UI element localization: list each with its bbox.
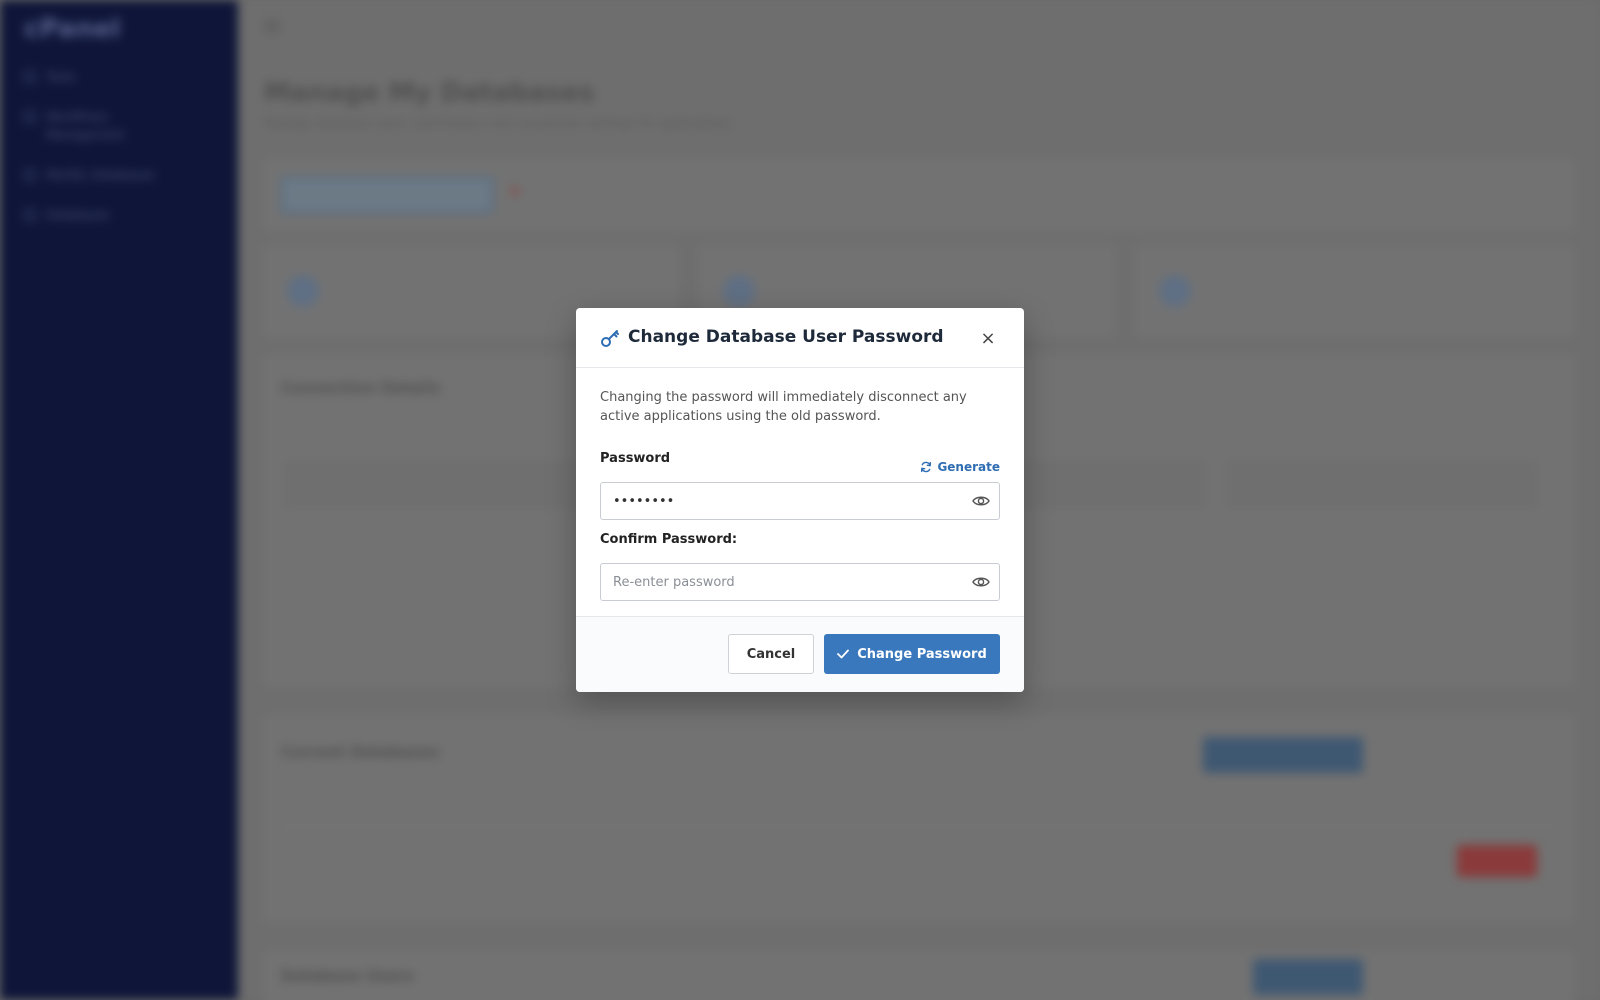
- key-icon: [601, 330, 619, 347]
- sidebar-item-mysql: MySQL Databases: [24, 166, 156, 184]
- sidebar-item-databases: Databases: [24, 206, 156, 224]
- sidebar-item-wordpress: WordPress Management: [24, 108, 156, 144]
- connection-field: [1223, 457, 1541, 513]
- stat-card: [1136, 246, 1574, 336]
- password-input[interactable]: [613, 483, 953, 519]
- database-users-panel: Database Users: [264, 952, 1574, 1000]
- warning-note: Changing the password will immediately d…: [600, 390, 967, 424]
- logo: cPanel: [24, 14, 121, 44]
- check-icon: [837, 649, 850, 659]
- status-dot-icon: [511, 187, 519, 195]
- close-button[interactable]: ×: [976, 328, 1000, 350]
- sidebar-nav: Tools WordPress Management MySQL Databas…: [24, 68, 156, 246]
- database-select: [281, 177, 493, 213]
- confirm-password-input[interactable]: [613, 564, 953, 600]
- refresh-icon: [921, 461, 932, 473]
- table-header: [281, 791, 1557, 827]
- tools-icon: [24, 71, 36, 83]
- confirm-password-field: [600, 563, 1000, 601]
- change-password-button[interactable]: Change Password: [824, 634, 1000, 674]
- database-icon: [24, 209, 36, 221]
- confirm-password-label: Confirm Password:: [600, 532, 738, 547]
- generate-label: Generate: [937, 460, 1000, 474]
- database-icon: [24, 169, 36, 181]
- database-selector-bar: [264, 160, 1574, 230]
- dialog-title: Change Database User Password: [628, 327, 944, 347]
- wordpress-icon: [24, 111, 36, 123]
- dialog-header: Change Database User Password ×: [576, 308, 1024, 368]
- create-database-button: [1203, 737, 1363, 773]
- stat-icon: [287, 275, 319, 307]
- connection-field: [281, 457, 581, 513]
- sidebar: cPanel Tools WordPress Management MySQL …: [0, 0, 238, 1000]
- status-indicator: [511, 187, 519, 195]
- sidebar-item-label: Tools: [46, 70, 76, 84]
- stat-icon: [723, 275, 755, 307]
- sidebar-item-label: WordPress Management: [46, 110, 126, 142]
- password-label: Password: [600, 451, 671, 466]
- change-password-dialog: Change Database User Password × Changing…: [576, 308, 1024, 692]
- table-row: [281, 841, 1557, 881]
- current-databases-panel: Current Databases: [264, 716, 1574, 922]
- section-title: Current Databases: [281, 743, 440, 761]
- change-password-label: Change Password: [857, 646, 987, 662]
- sidebar-item-tools: Tools: [24, 68, 156, 86]
- password-field: [600, 482, 1000, 520]
- cancel-button[interactable]: Cancel: [728, 634, 814, 674]
- dialog-footer: Cancel Change Password: [576, 616, 1024, 692]
- section-title: Connection Details: [281, 379, 441, 397]
- topbar: [238, 0, 1600, 56]
- stat-icon: [1159, 275, 1191, 307]
- eye-icon[interactable]: [971, 573, 991, 591]
- sidebar-item-label: Databases: [46, 208, 110, 222]
- generate-password-button[interactable]: Generate: [920, 460, 1000, 474]
- delete-button: [1457, 845, 1537, 877]
- menu-icon: [264, 20, 280, 32]
- page-title: Manage My Databases: [264, 78, 595, 108]
- sidebar-item-label: MySQL Databases: [46, 168, 155, 182]
- add-user-button: [1253, 959, 1363, 995]
- eye-icon[interactable]: [971, 492, 991, 510]
- section-title: Database Users: [281, 967, 414, 985]
- page-subtitle: Manage database users, permissions and c…: [264, 116, 732, 130]
